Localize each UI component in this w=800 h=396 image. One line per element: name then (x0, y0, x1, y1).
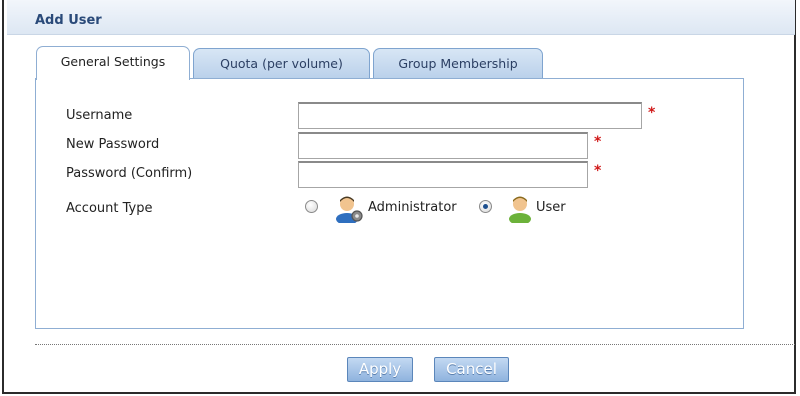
tab-group-membership[interactable]: Group Membership (373, 48, 543, 79)
user-radio[interactable] (479, 200, 492, 213)
password-confirm-label: Password (Confirm) (66, 166, 193, 181)
tab-label: Quota (per volume) (220, 56, 343, 71)
administrator-radio[interactable] (305, 200, 318, 213)
tab-general-settings[interactable]: General Settings (36, 46, 190, 80)
new-password-label: New Password (66, 137, 160, 152)
required-mark: * (648, 105, 656, 121)
new-password-field[interactable] (298, 132, 588, 159)
user-option-label: User (536, 200, 566, 215)
title-bar: Add User (7, 0, 795, 35)
divider (35, 344, 795, 345)
account-type-label: Account Type (66, 201, 153, 216)
tab-label: Group Membership (398, 56, 518, 71)
username-label: Username (66, 108, 133, 123)
required-mark: * (594, 134, 602, 150)
username-field[interactable] (298, 102, 642, 129)
user-icon (509, 196, 531, 223)
tab-quota[interactable]: Quota (per volume) (193, 48, 370, 79)
cancel-button[interactable]: Cancel (434, 357, 509, 382)
apply-button[interactable]: Apply (347, 357, 413, 382)
administrator-option-label: Administrator (368, 200, 457, 215)
password-confirm-field[interactable] (298, 161, 588, 188)
dialog-title: Add User (35, 13, 102, 28)
required-mark: * (594, 163, 602, 179)
admin-user-icon (336, 196, 363, 223)
tab-label: General Settings (60, 54, 166, 69)
